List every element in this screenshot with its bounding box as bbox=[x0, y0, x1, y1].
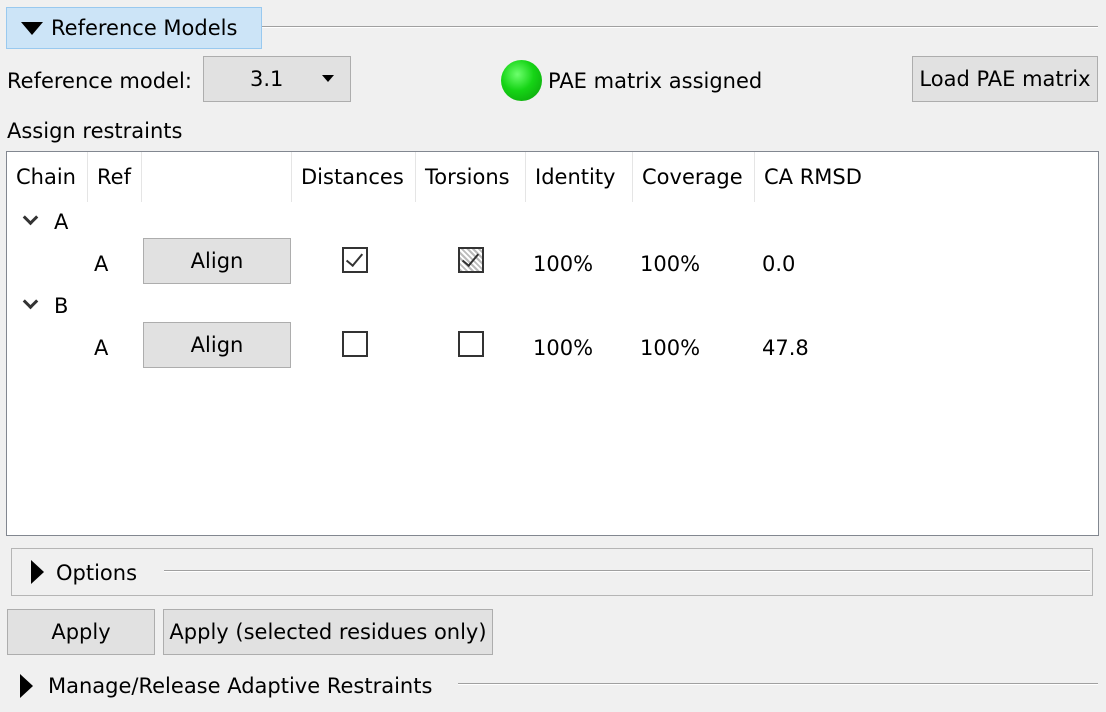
collapse-triangle-icon bbox=[21, 21, 43, 35]
distances-checkbox[interactable] bbox=[342, 247, 368, 273]
manage-divider bbox=[458, 683, 1098, 685]
restraints-table: Chain Ref Distances Torsions Identity Co… bbox=[6, 151, 1099, 536]
apply-selected-button[interactable]: Apply (selected residues only) bbox=[163, 609, 493, 655]
chain-label: B bbox=[54, 294, 69, 318]
reference-model-value: 3.1 bbox=[250, 67, 284, 91]
torsions-checkbox[interactable] bbox=[458, 331, 484, 357]
chevron-down-icon[interactable] bbox=[22, 293, 39, 310]
torsions-checkbox[interactable] bbox=[458, 247, 484, 273]
chain-label: A bbox=[54, 210, 69, 234]
identity-cell: 100% bbox=[533, 336, 594, 360]
distances-checkbox[interactable] bbox=[342, 331, 368, 357]
ref-cell: A bbox=[94, 336, 109, 360]
ca-rmsd-cell: 47.8 bbox=[762, 336, 809, 360]
column-header-ref[interactable]: Ref bbox=[88, 152, 142, 202]
reference-model-dropdown[interactable]: 3.1 bbox=[203, 56, 351, 102]
column-header-ca-rmsd[interactable]: CA RMSD bbox=[755, 152, 895, 202]
dropdown-arrow-icon bbox=[322, 75, 334, 82]
apply-button[interactable]: Apply bbox=[7, 609, 155, 655]
chevron-down-icon[interactable] bbox=[22, 209, 39, 226]
align-button[interactable]: Align bbox=[143, 238, 291, 284]
align-button[interactable]: Align bbox=[143, 322, 291, 368]
options-divider bbox=[164, 570, 1090, 572]
ref-cell: A bbox=[94, 252, 109, 276]
expand-triangle-icon bbox=[20, 674, 33, 698]
reference-model-label: Reference model: bbox=[7, 69, 192, 93]
section-title: Reference Models bbox=[51, 16, 238, 40]
ca-rmsd-cell: 0.0 bbox=[762, 252, 796, 276]
column-header-coverage[interactable]: Coverage bbox=[633, 152, 755, 202]
expand-triangle-icon bbox=[31, 560, 44, 584]
manage-release-title: Manage/Release Adaptive Restraints bbox=[48, 674, 433, 698]
coverage-cell: 100% bbox=[640, 252, 701, 276]
header-divider bbox=[262, 26, 1098, 28]
load-pae-matrix-button[interactable]: Load PAE matrix bbox=[912, 56, 1098, 102]
column-header-chain[interactable]: Chain bbox=[7, 152, 88, 202]
coverage-cell: 100% bbox=[640, 336, 701, 360]
column-header-torsions[interactable]: Torsions bbox=[416, 152, 526, 202]
identity-cell: 100% bbox=[533, 252, 594, 276]
assign-restraints-label: Assign restraints bbox=[7, 119, 183, 143]
pae-status-text: PAE matrix assigned bbox=[548, 69, 763, 93]
column-header-distances[interactable]: Distances bbox=[292, 152, 416, 202]
reference-models-header[interactable]: Reference Models bbox=[6, 7, 262, 49]
column-header-action[interactable] bbox=[142, 152, 292, 202]
manage-release-section[interactable]: Manage/Release Adaptive Restraints bbox=[20, 670, 1100, 704]
options-title: Options bbox=[56, 561, 138, 585]
status-dot-icon bbox=[501, 60, 542, 101]
column-header-identity[interactable]: Identity bbox=[526, 152, 633, 202]
options-section[interactable]: Options bbox=[11, 548, 1093, 596]
